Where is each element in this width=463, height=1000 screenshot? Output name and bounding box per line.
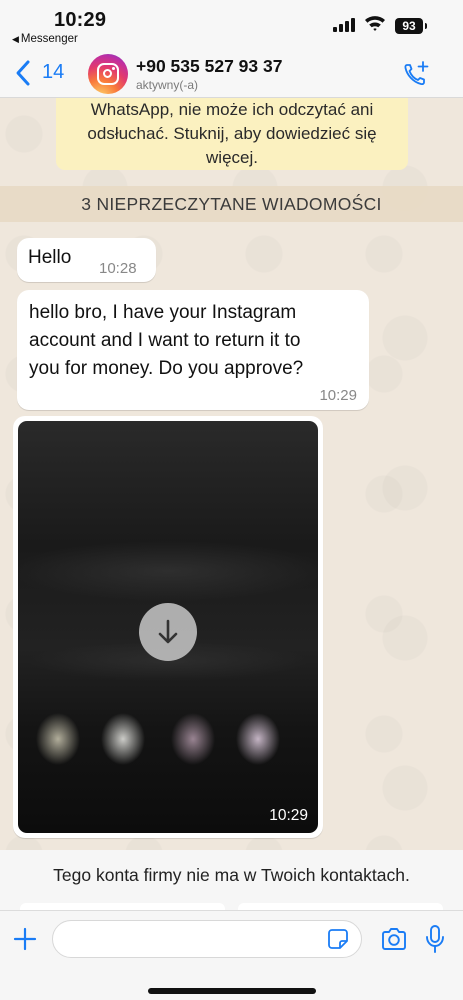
microphone-icon[interactable]: [424, 924, 446, 954]
instagram-logo-icon: [97, 63, 119, 85]
message-text-line: hello bro, I have your Instagram: [29, 302, 297, 323]
video-message-bubble[interactable]: 10:29: [13, 416, 323, 838]
message-time: 10:29: [319, 387, 357, 404]
back-to-app-link[interactable]: ◀ Messenger: [12, 33, 78, 45]
message-text-line: you for money. Do you approve?: [29, 358, 304, 379]
wifi-icon: [365, 16, 385, 31]
message-bubble[interactable]: Hello 10:28: [17, 238, 156, 282]
message-time: 10:29: [269, 807, 308, 824]
battery-icon: 93: [395, 18, 427, 34]
composer-bar: [0, 910, 463, 1000]
status-time: 10:29: [54, 9, 107, 31]
message-input[interactable]: [52, 920, 362, 958]
camera-icon[interactable]: [380, 926, 408, 952]
video-thumbnail[interactable]: 10:29: [18, 421, 318, 833]
home-indicator: [148, 988, 316, 994]
download-arrow-icon: [158, 619, 178, 644]
contact-name[interactable]: +90 535 527 93 37: [136, 56, 282, 77]
back-unread-count[interactable]: 14: [42, 61, 64, 84]
back-triangle-icon: ◀: [12, 34, 19, 44]
back-chevron-icon[interactable]: [14, 59, 32, 87]
encryption-notice-line: więcej.: [206, 148, 258, 167]
plus-icon[interactable]: [12, 926, 38, 952]
message-bubble[interactable]: hello bro, I have your Instagram account…: [17, 290, 369, 410]
back-app-label: Messenger: [20, 33, 78, 45]
chat-area[interactable]: WhatsApp, nie może ich odczytać ani odsł…: [0, 98, 463, 850]
cellular-signal-icon: [333, 18, 355, 32]
encryption-notice-line: WhatsApp, nie może ich odczytać ani: [90, 100, 374, 119]
unread-messages-banner: 3 NIEPRZECZYTANE WIADOMOŚCI: [0, 186, 463, 222]
download-button[interactable]: [139, 603, 197, 661]
message-time: 10:28: [99, 260, 137, 277]
chat-header: 14 +90 535 527 93 37 aktywny(-a): [0, 50, 463, 98]
message-text-line: account and I want to return it to: [29, 330, 301, 351]
message-text: Hello: [28, 247, 72, 268]
encryption-notice-line: odsłuchać. Stuknij, aby dowiedzieć się: [87, 124, 377, 143]
status-bar: 10:29 ◀ Messenger 93: [0, 0, 463, 50]
avatar[interactable]: [88, 54, 128, 94]
contact-status: aktywny(-a): [136, 78, 199, 92]
sticker-icon[interactable]: [327, 928, 349, 950]
add-call-icon[interactable]: [402, 60, 430, 88]
business-account-notice: Tego konta firmy nie ma w Twoich kontakt…: [0, 850, 463, 910]
encryption-notice[interactable]: WhatsApp, nie może ich odczytać ani odsł…: [56, 98, 408, 170]
